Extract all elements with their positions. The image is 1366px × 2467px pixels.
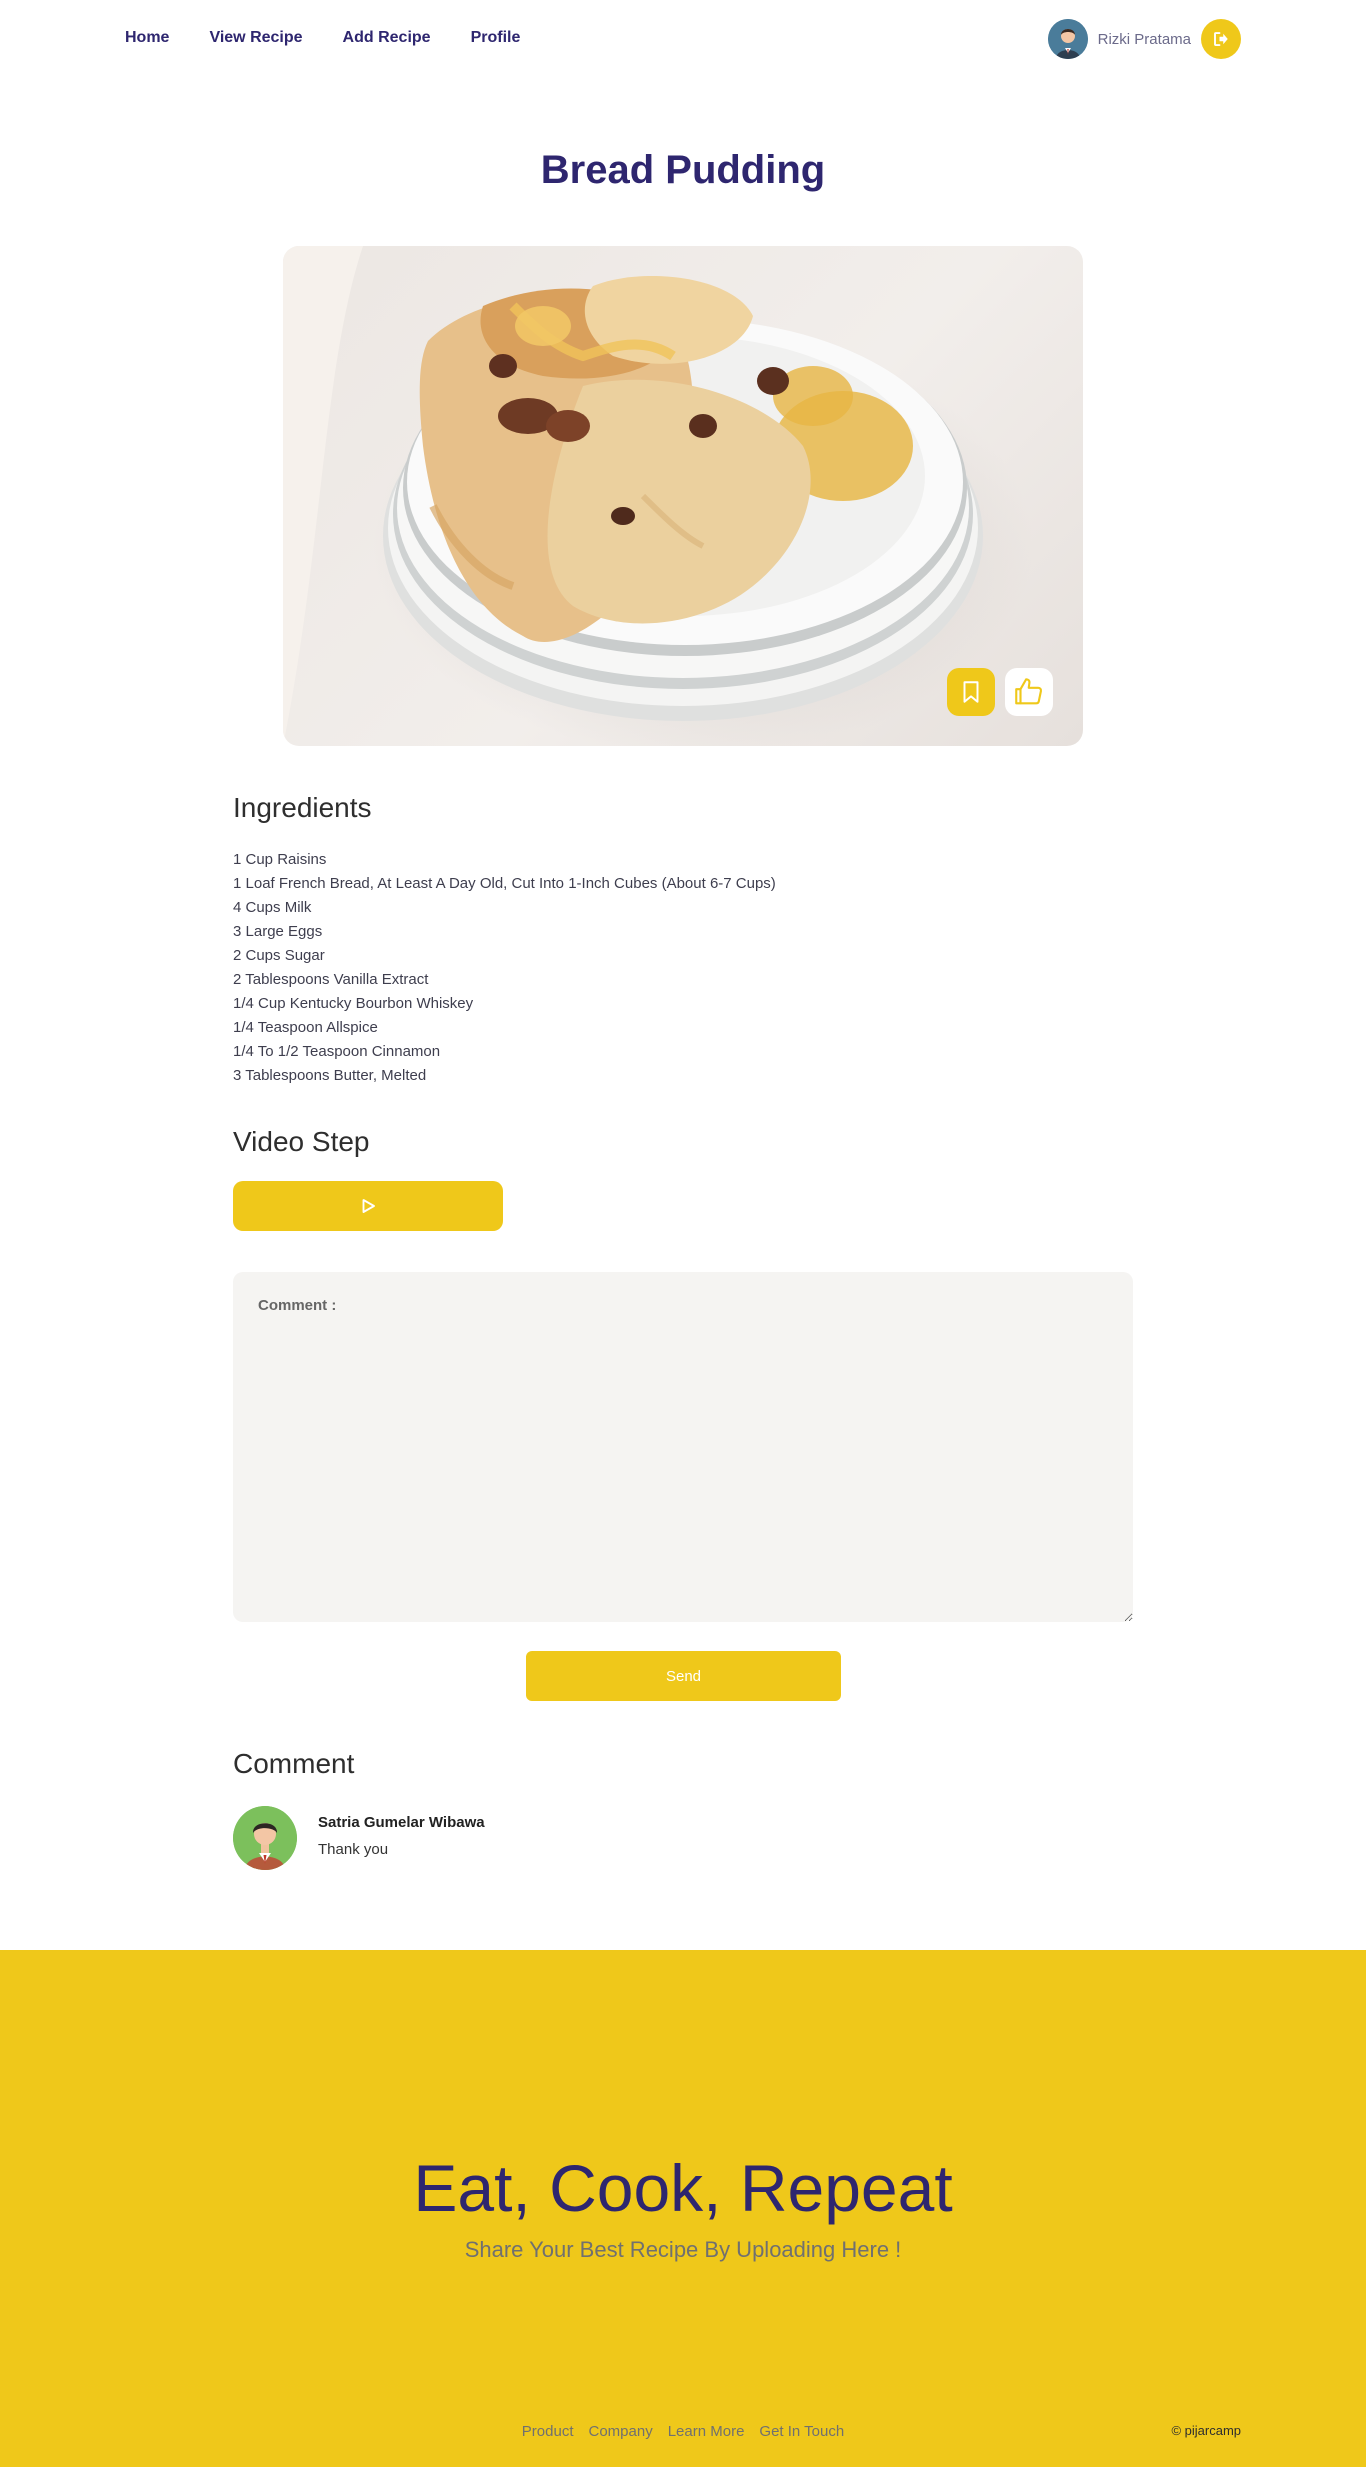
comments-heading: Comment bbox=[233, 1748, 355, 1779]
ingredient-item: 1/4 Cup Kentucky Bourbon Whiskey bbox=[233, 995, 474, 1012]
ingredient-item: 1 Loaf French Bread, At Least A Day Old,… bbox=[233, 875, 776, 892]
nav-link-home[interactable]: Home bbox=[125, 29, 169, 47]
comment-input[interactable] bbox=[233, 1272, 1133, 1622]
nav-links: Home View Recipe Add Recipe Profile bbox=[125, 29, 520, 47]
ingredients-heading: Ingredients bbox=[233, 792, 372, 823]
bookmark-icon bbox=[963, 681, 979, 703]
footer: Eat, Cook, Repeat Share Your Best Recipe… bbox=[0, 1950, 1366, 2467]
comment-content: Satria Gumelar Wibawa Thank you bbox=[318, 1806, 485, 1858]
ingredient-item: 4 Cups Milk bbox=[233, 899, 312, 916]
footer-link-product[interactable]: Product bbox=[522, 2423, 574, 2440]
ingredient-item: 1/4 Teaspoon Allspice bbox=[233, 1019, 378, 1036]
ingredient-item: 2 Cups Sugar bbox=[233, 947, 325, 964]
footer-links: Product Company Learn More Get In Touch bbox=[0, 2423, 1366, 2440]
video-step-heading: Video Step bbox=[233, 1126, 370, 1157]
logout-button[interactable] bbox=[1201, 19, 1241, 59]
comment-form: Comment : bbox=[233, 1272, 1133, 1622]
save-recipe-button[interactable] bbox=[947, 668, 995, 716]
footer-subtitle: Share Your Best Recipe By Uploading Here… bbox=[464, 2237, 902, 2262]
ingredient-item: 1/4 To 1/2 Teaspoon Cinnamon bbox=[233, 1043, 441, 1060]
copyright: © pijarcamp bbox=[1171, 2423, 1241, 2438]
play-icon bbox=[362, 1199, 375, 1213]
nav-link-profile[interactable]: Profile bbox=[471, 29, 521, 47]
recipe-image bbox=[283, 246, 1083, 746]
user-avatar-illustration bbox=[1047, 19, 1088, 59]
commenter-name: Satria Gumelar Wibawa bbox=[318, 1814, 485, 1831]
footer-link-get-in-touch[interactable]: Get In Touch bbox=[759, 2423, 844, 2440]
top-navbar: Home View Recipe Add Recipe Profile Rizk… bbox=[0, 0, 1366, 80]
footer-title: Eat, Cook, Repeat bbox=[413, 2151, 953, 2225]
like-recipe-button[interactable] bbox=[1005, 668, 1053, 716]
commenter-avatar bbox=[233, 1806, 297, 1870]
comment-item: Satria Gumelar Wibawa Thank you bbox=[233, 1806, 485, 1870]
footer-link-learn-more[interactable]: Learn More bbox=[668, 2423, 745, 2440]
commenter-avatar-illustration bbox=[233, 1806, 297, 1870]
recipe-title: Bread Pudding bbox=[540, 148, 826, 192]
nav-link-add-recipe[interactable]: Add Recipe bbox=[343, 29, 431, 47]
recipe-actions bbox=[947, 668, 1053, 716]
user-name[interactable]: Rizki Pratama bbox=[1098, 31, 1191, 48]
user-menu: Rizki Pratama bbox=[1047, 19, 1241, 59]
ingredient-item: 3 Tablespoons Butter, Melted bbox=[233, 1067, 427, 1084]
send-comment-button[interactable]: Send bbox=[526, 1651, 841, 1701]
nav-link-view-recipe[interactable]: View Recipe bbox=[209, 29, 302, 47]
thumbs-up-icon bbox=[1015, 678, 1043, 705]
ingredients-list: 1 Cup Raisins 1 Loaf French Bread, At Le… bbox=[233, 848, 776, 1088]
user-avatar[interactable] bbox=[1047, 19, 1088, 59]
video-step-button[interactable] bbox=[233, 1181, 503, 1231]
ingredient-item: 1 Cup Raisins bbox=[233, 851, 327, 868]
footer-link-company[interactable]: Company bbox=[589, 2423, 653, 2440]
comment-message: Thank you bbox=[318, 1841, 389, 1858]
ingredient-item: 3 Large Eggs bbox=[233, 923, 323, 940]
logout-icon bbox=[1214, 32, 1228, 46]
ingredient-item: 2 Tablespoons Vanilla Extract bbox=[233, 971, 429, 988]
